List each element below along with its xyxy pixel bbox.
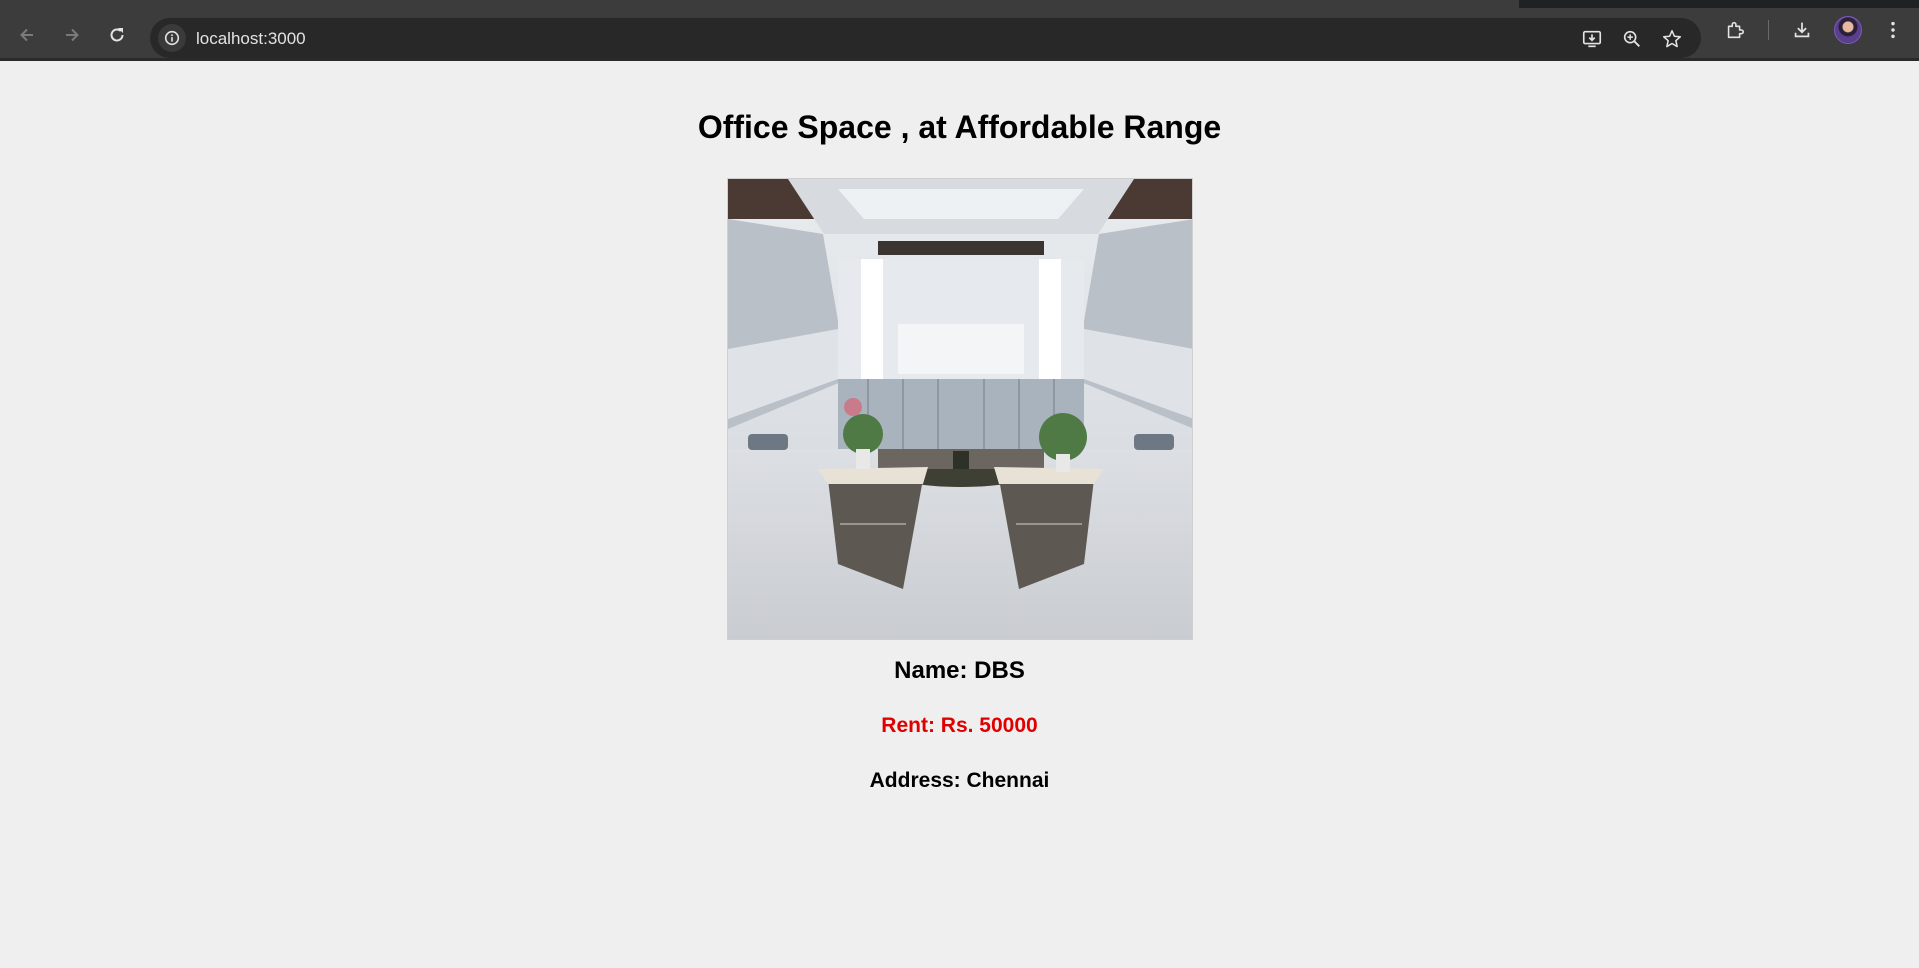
browser-toolbar: localhost:3000 <box>0 8 1919 60</box>
download-icon <box>1794 22 1810 38</box>
zoom-button[interactable] <box>1620 27 1644 51</box>
toolbar-divider <box>1768 20 1769 40</box>
forward-button[interactable] <box>57 20 87 50</box>
browser-menu-button[interactable] <box>1880 17 1906 43</box>
office-space-image <box>727 178 1193 640</box>
reload-button[interactable] <box>102 20 132 50</box>
install-app-icon <box>1582 30 1602 48</box>
forward-arrow-icon <box>66 28 79 42</box>
site-info-button[interactable] <box>158 24 186 52</box>
info-icon <box>164 30 180 46</box>
address-bar[interactable]: localhost:3000 <box>150 18 1701 58</box>
downloads-button[interactable] <box>1789 17 1815 43</box>
browser-tab-strip <box>0 0 1919 8</box>
active-tab-edge <box>0 0 1519 8</box>
kebab-menu-icon <box>1891 21 1895 39</box>
page-content: Office Space , at Affordable Range Name:… <box>0 61 1919 968</box>
extensions-button[interactable] <box>1722 17 1748 43</box>
back-button[interactable] <box>12 20 42 50</box>
url-text[interactable]: localhost:3000 <box>196 29 306 49</box>
puzzle-icon <box>1727 21 1745 39</box>
star-icon <box>1662 29 1682 48</box>
profile-avatar[interactable] <box>1834 16 1862 44</box>
reload-icon <box>110 28 124 42</box>
page-title: Office Space , at Affordable Range <box>697 109 1222 145</box>
listing-name: Name: DBS <box>894 657 1025 684</box>
listing-rent: Rent: Rs. 50000 <box>881 714 1038 737</box>
back-arrow-icon <box>20 28 33 42</box>
bookmark-button[interactable] <box>1660 27 1684 51</box>
office-lobby-picture <box>728 179 1192 639</box>
zoom-icon <box>1623 30 1640 47</box>
listing-address: Address: Chennai <box>869 769 1050 792</box>
install-app-button[interactable] <box>1580 27 1604 51</box>
